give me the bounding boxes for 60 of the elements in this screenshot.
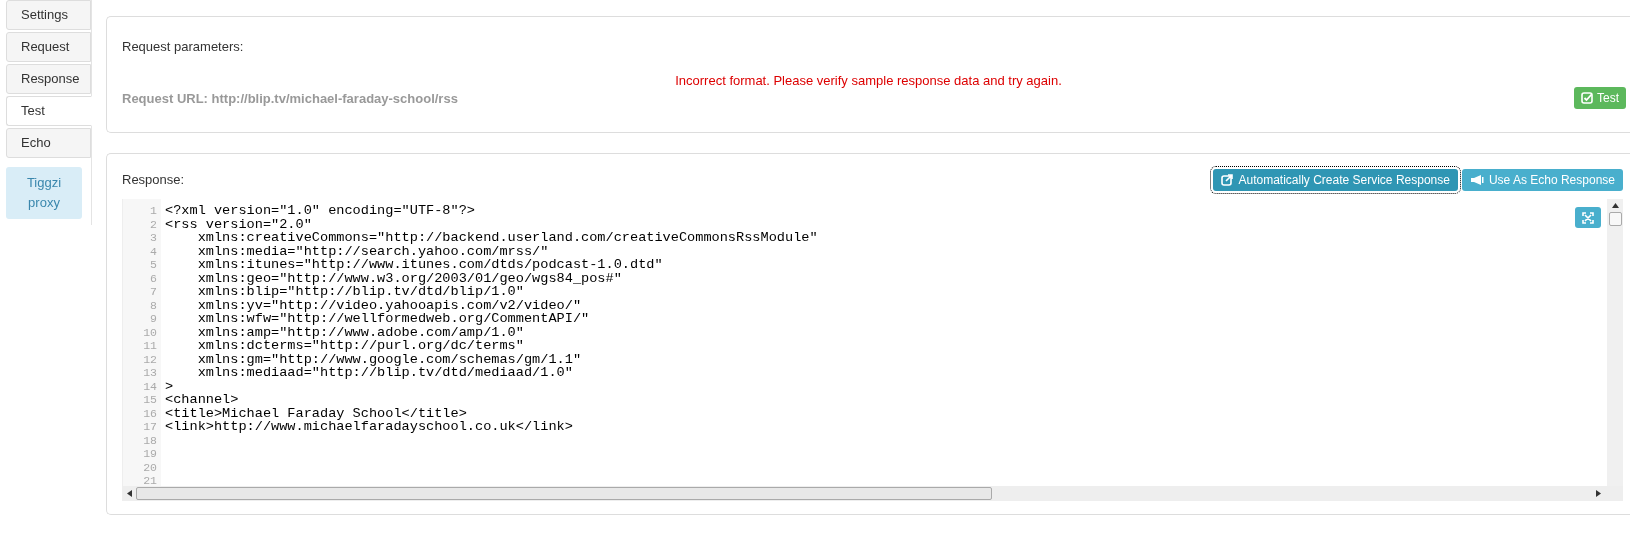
line-number: 7 — [150, 285, 157, 299]
line-number: 17 — [143, 420, 157, 434]
code-line: <channel> — [165, 392, 239, 407]
line-number: 9 — [150, 312, 157, 326]
up-arrow-icon — [1611, 203, 1619, 208]
right-arrow-icon — [1596, 490, 1601, 497]
line-number: 14 — [143, 379, 157, 393]
scroll-thumb[interactable] — [1608, 212, 1622, 226]
line-number: 11 — [143, 339, 157, 353]
sidebar-tab[interactable]: Test — [6, 96, 92, 126]
line-number: 21 — [143, 474, 157, 486]
expand-icon — [1582, 211, 1594, 224]
code-line: <rss version="2.0" — [165, 216, 312, 232]
line-number: 20 — [143, 460, 157, 474]
code-line: xmlns:geo="http://www.w3.org/2003/01/geo/wgs84_pos#" — [196, 270, 622, 286]
code-line: xmlns:gm="http://www.google.com/schemas/gm/1.1" — [196, 351, 582, 367]
checkbox-icon — [1581, 92, 1593, 104]
line-number: 18 — [143, 433, 157, 447]
code-line: xmlns:mediaad="http://blip.tv/dtd/mediaad/1.0" — [196, 365, 573, 380]
panel-title: Request parameters: — [122, 38, 244, 56]
line-number: 2 — [150, 217, 157, 231]
line-number: 13 — [143, 366, 157, 380]
megaphone-icon — [1469, 174, 1484, 186]
code-line: xmlns:dcterms="http://purl.org/dc/terms" — [196, 338, 524, 353]
code-line: > — [165, 378, 174, 394]
line-number: 6 — [150, 271, 157, 285]
code-line: xmlns:blip="http://blip.tv/dtd/blip/1.0" — [196, 284, 524, 299]
line-number: 4 — [150, 244, 157, 258]
code-line: xmlns:media="http://search.yahoo.com/mrss/" — [196, 243, 549, 259]
code-line: xmlns:yv="http://video.yahooapis.com/v2/video/" — [196, 297, 582, 313]
fullscreen-button[interactable] — [1575, 207, 1601, 228]
scroll-thumb[interactable] — [136, 487, 992, 500]
line-number: 12 — [143, 352, 157, 366]
sidebar-tab[interactable]: Request — [6, 32, 91, 62]
horizontal-scrollbar[interactable] — [123, 486, 1623, 501]
code-line: <link>http://www.michaelfaradayschool.co.uk</link> — [165, 419, 573, 434]
line-number: 10 — [143, 325, 157, 339]
left-arrow-icon — [127, 490, 132, 497]
error-message: Incorrect format. Please verify sample response data and try again. — [675, 71, 1062, 90]
line-number: 5 — [150, 258, 157, 272]
proxy-button[interactable]: Tiggzi proxy — [6, 167, 82, 219]
code-line: <?xml version="1.0" encoding="UTF-8"?> — [165, 203, 475, 218]
line-number: 3 — [150, 231, 157, 245]
line-number: 15 — [143, 393, 157, 407]
code-line: <title>Michael Faraday School</title> — [165, 405, 467, 421]
vertical-scrollbar[interactable] — [1607, 199, 1623, 486]
line-number: 16 — [143, 406, 157, 420]
sidebar-tab[interactable]: Response — [6, 64, 91, 94]
sidebar-tab[interactable]: Settings — [6, 0, 91, 30]
code-line: xmlns:wfw="http://wellformedweb.org/CommentAPI/" — [196, 311, 590, 326]
request-url: Request URL: http://blip.tv/michael-faraday-school/rss — [122, 90, 458, 108]
line-number: 1 — [150, 204, 157, 218]
code-line: xmlns:itunes="http://www.itunes.com/dtds/podcast-1.0.dtd" — [196, 257, 663, 272]
sidebar-tab[interactable]: Echo — [6, 128, 91, 158]
share-icon — [1221, 174, 1234, 186]
line-number: 8 — [150, 298, 157, 312]
line-number: 19 — [143, 447, 157, 461]
panel-title: Response: — [122, 171, 185, 190]
code-line: xmlns:creativeCommons="http://backend.userland.com/creativeCommonsRssModule" — [196, 230, 818, 245]
code-line: xmlns:amp="http://www.adobe.com/amp/1.0" — [196, 324, 524, 340]
